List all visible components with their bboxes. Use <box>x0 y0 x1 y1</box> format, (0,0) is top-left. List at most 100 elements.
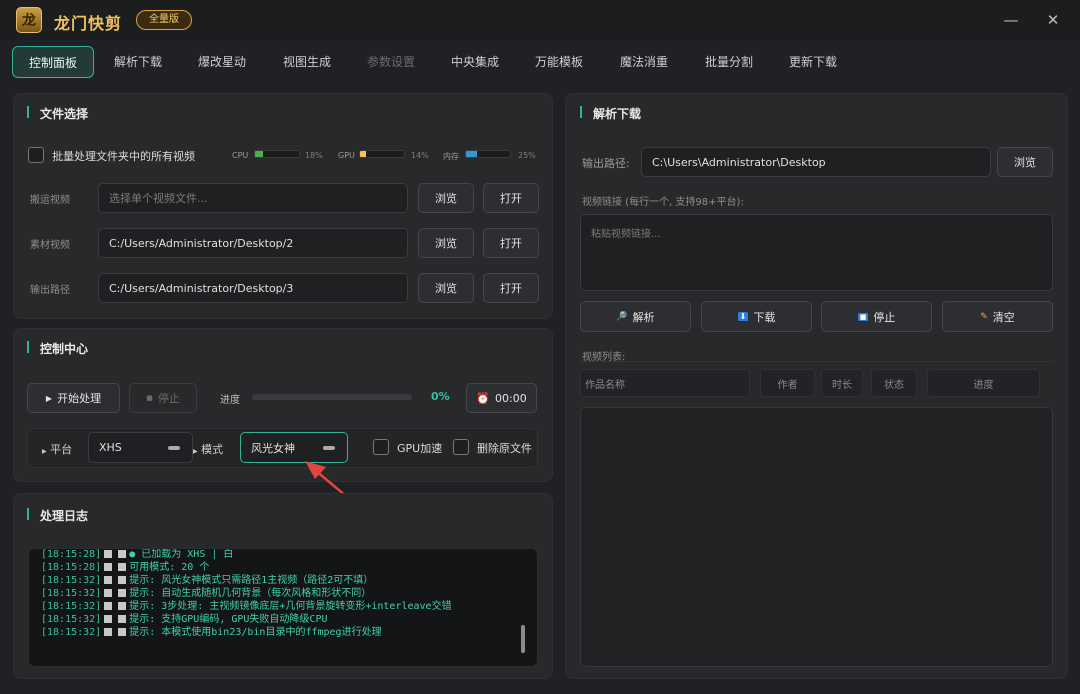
progress-label: 进度 <box>220 395 240 406</box>
delete-source-label: 删除原文件 <box>477 442 532 455</box>
progress-bar <box>252 394 412 400</box>
log-file-icon <box>104 589 113 597</box>
log-lines: [18:15:28] ● 已加载为 XHS | 白 [18:15:28] 可用模式: … <box>41 549 537 639</box>
download-output-input[interactable]: C:\Users\Administrator\Desktop <box>641 147 991 177</box>
tab-settings[interactable]: 参数设置 <box>357 46 425 78</box>
gpu-label: GPU <box>338 151 355 160</box>
log-line: [18:15:32] 提示: 本模式使用bin23/bin目录中的ffmpeg进行… <box>41 626 537 639</box>
tab-control-panel[interactable]: 控制面板 <box>12 46 94 78</box>
control-title: 控制中心 <box>40 342 89 356</box>
tab-central[interactable]: 中央集成 <box>441 46 509 78</box>
download-label: 下载 <box>753 310 776 324</box>
halt-button[interactable]: ■ 停止 <box>821 301 932 332</box>
minimize-button[interactable]: — <box>1000 9 1022 31</box>
source-video-label: 搬运视频 <box>30 195 70 206</box>
col-author[interactable]: 作者 <box>760 369 815 397</box>
source-video-input[interactable]: 选择单个视频文件... <box>98 183 408 213</box>
file-select-title: 文件选择 <box>40 107 89 121</box>
section-mark <box>27 508 29 520</box>
source-browse-button[interactable]: 浏览 <box>418 183 474 213</box>
platform-select[interactable]: XHS <box>88 432 193 463</box>
magnifier-icon: 🔎 <box>616 311 628 322</box>
download-title: 解析下载 <box>593 107 642 121</box>
delete-source-checkbox[interactable] <box>453 439 469 455</box>
tab-update[interactable]: 更新下载 <box>779 46 847 78</box>
timer-display: ⏰ 00:00 <box>466 383 537 413</box>
log-file-icon <box>118 589 127 597</box>
log-line: [18:15:28] 可用模式: 20 个 <box>41 561 537 574</box>
log-file-icon <box>104 628 113 636</box>
output-browse-button[interactable]: 浏览 <box>418 273 474 303</box>
output-open-button[interactable]: 打开 <box>483 273 539 303</box>
tab-templates[interactable]: 万能模板 <box>525 46 593 78</box>
gpu-percent: 14% <box>411 151 429 160</box>
parse-button[interactable]: 🔎 解析 <box>580 301 691 332</box>
log-message: ● 已加载为 XHS | 白 <box>129 549 234 560</box>
log-message: 提示: 本模式使用bin23/bin目录中的ffmpeg进行处理 <box>129 627 382 638</box>
halt-label: 停止 <box>873 310 896 324</box>
download-browse-button[interactable]: 浏览 <box>997 147 1053 177</box>
log-timestamp: [18:15:32] <box>41 614 102 625</box>
log-timestamp: [18:15:28] <box>41 562 102 573</box>
log-message: 提示: 支持GPU编码, GPU失败自动降级CPU <box>129 614 328 625</box>
log-file-icon <box>118 602 127 610</box>
col-status[interactable]: 状态 <box>871 369 917 397</box>
log-line: [18:15:32] 提示: 支持GPU编码, GPU失败自动降级CPU <box>41 613 537 626</box>
gpu-checkbox[interactable] <box>373 439 389 455</box>
log-timestamp: [18:15:28] <box>41 549 102 560</box>
broom-icon: ✎ <box>980 311 988 322</box>
download-output-label: 输出路径: <box>582 157 630 170</box>
alarm-clock-icon: ⏰ <box>476 391 490 405</box>
material-video-label: 素材视频 <box>30 240 70 251</box>
video-list[interactable] <box>580 407 1053 667</box>
material-browse-button[interactable]: 浏览 <box>418 228 474 258</box>
app-title: 龙门快剪 <box>54 14 123 33</box>
tab-dedupe[interactable]: 魔法消重 <box>610 46 678 78</box>
col-progress[interactable]: 进度 <box>927 369 1040 397</box>
play-small-icon: ▶ <box>42 448 47 455</box>
start-button[interactable]: ▶ 开始处理 <box>27 383 120 413</box>
dropdown-icon <box>323 445 335 450</box>
platform-label: ▶ 平台 <box>42 443 73 456</box>
link-label: 视频链接 (每行一个, 支持98+平台): <box>582 197 744 208</box>
col-title[interactable]: 作品名称 <box>580 369 750 397</box>
dropdown-icon <box>168 445 180 450</box>
log-file-icon <box>118 628 127 636</box>
log-message: 可用模式: 20 个 <box>129 562 210 573</box>
log-line: [18:15:28] ● 已加载为 XHS | 白 <box>41 549 537 561</box>
link-textarea[interactable]: 粘贴视频链接... <box>580 214 1053 291</box>
tab-remix[interactable]: 爆改星动 <box>188 46 256 78</box>
start-label: 开始处理 <box>57 392 102 405</box>
tab-view-generate[interactable]: 视图生成 <box>273 46 341 78</box>
log-file-icon <box>118 563 127 571</box>
clear-label: 清空 <box>992 310 1015 324</box>
clear-button[interactable]: ✎ 清空 <box>942 301 1053 332</box>
download-icon: ⬇ <box>737 312 749 321</box>
log-file-icon <box>118 550 127 558</box>
source-open-button[interactable]: 打开 <box>483 183 539 213</box>
batch-label: 批量处理文件夹中的所有视频 <box>52 150 195 163</box>
log-file-icon <box>104 576 113 584</box>
material-video-input[interactable]: C:/Users/Administrator/Desktop/2 <box>98 228 408 258</box>
log-output[interactable]: [18:15:28] ● 已加载为 XHS | 白 [18:15:28] 可用模式: … <box>28 548 538 667</box>
col-duration[interactable]: 时长 <box>821 369 863 397</box>
cpu-percent: 18% <box>305 151 323 160</box>
log-scrollbar[interactable] <box>521 625 525 653</box>
gpu-meter <box>359 150 405 158</box>
material-open-button[interactable]: 打开 <box>483 228 539 258</box>
output-path-input[interactable]: C:/Users/Administrator/Desktop/3 <box>98 273 408 303</box>
log-timestamp: [18:15:32] <box>41 627 102 638</box>
edition-badge: 全量版 <box>136 10 192 30</box>
tab-batch-split[interactable]: 批量分割 <box>695 46 763 78</box>
log-timestamp: [18:15:32] <box>41 588 102 599</box>
close-button[interactable]: ✕ <box>1042 9 1064 31</box>
mode-value: 风光女神 <box>251 441 295 455</box>
download-button[interactable]: ⬇ 下载 <box>701 301 812 332</box>
mode-label: ▶ 模式 <box>193 443 224 456</box>
section-mark <box>27 106 29 118</box>
batch-checkbox[interactable] <box>28 147 44 163</box>
log-file-icon <box>104 550 113 558</box>
log-file-icon <box>104 615 113 623</box>
stop-button[interactable]: ■ 停止 <box>129 383 197 413</box>
tab-parse-download[interactable]: 解析下载 <box>104 46 172 78</box>
